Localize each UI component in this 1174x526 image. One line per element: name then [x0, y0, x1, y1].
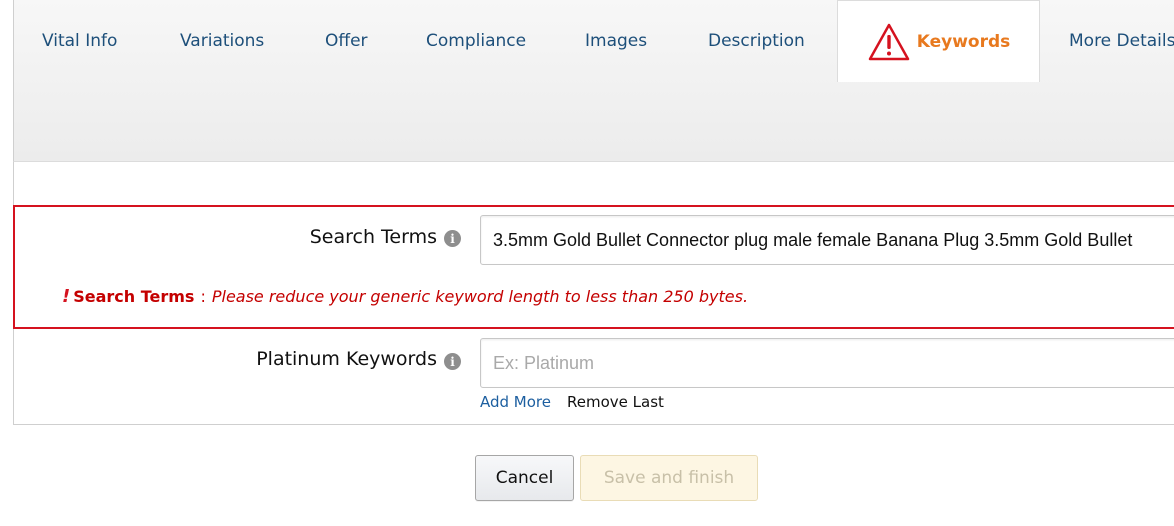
tab-images[interactable]: Images — [585, 0, 647, 82]
tab-label: Offer — [325, 31, 368, 51]
info-icon[interactable]: i — [444, 353, 461, 370]
search-terms-input[interactable] — [480, 215, 1174, 265]
tab-label: More Details — [1069, 31, 1174, 51]
tab-label: Variations — [180, 31, 265, 51]
error-mark-icon: ! — [62, 286, 71, 307]
tab-label: Description — [708, 31, 805, 51]
tab-label: Images — [585, 31, 648, 51]
tab-compliance[interactable]: Compliance — [426, 0, 526, 82]
warning-triangle-icon — [867, 22, 911, 62]
error-separator: : — [200, 287, 206, 306]
info-icon-glyph: i — [450, 354, 455, 369]
error-text: Please reduce your generic keyword lengt… — [211, 287, 749, 306]
tab-label: Compliance — [426, 31, 527, 51]
remove-last-link[interactable]: Remove Last — [567, 393, 664, 411]
info-icon-glyph: i — [450, 231, 455, 246]
tab-description[interactable]: Description — [708, 0, 805, 82]
search-terms-label: Search Terms — [309, 226, 437, 248]
tab-vital-info[interactable]: Vital Info — [42, 0, 117, 82]
error-message: ! Search Terms : Please reduce your gene… — [62, 286, 748, 307]
tab-keywords[interactable]: Keywords — [837, 0, 1040, 82]
tab-offer[interactable]: Offer — [325, 0, 368, 82]
add-more-link[interactable]: Add More — [480, 393, 551, 411]
platinum-keywords-label: Platinum Keywords — [256, 348, 437, 370]
error-field-name: Search Terms — [73, 287, 195, 306]
platinum-keywords-input[interactable] — [480, 338, 1174, 388]
cancel-button[interactable]: Cancel — [475, 455, 574, 501]
info-icon[interactable]: i — [444, 230, 461, 247]
tab-variations[interactable]: Variations — [180, 0, 264, 82]
tab-more-details[interactable]: More Details — [1069, 0, 1174, 82]
save-and-finish-button[interactable]: Save and finish — [580, 455, 758, 501]
tab-label: Vital Info — [42, 31, 118, 51]
tab-label: Keywords — [916, 31, 1011, 52]
